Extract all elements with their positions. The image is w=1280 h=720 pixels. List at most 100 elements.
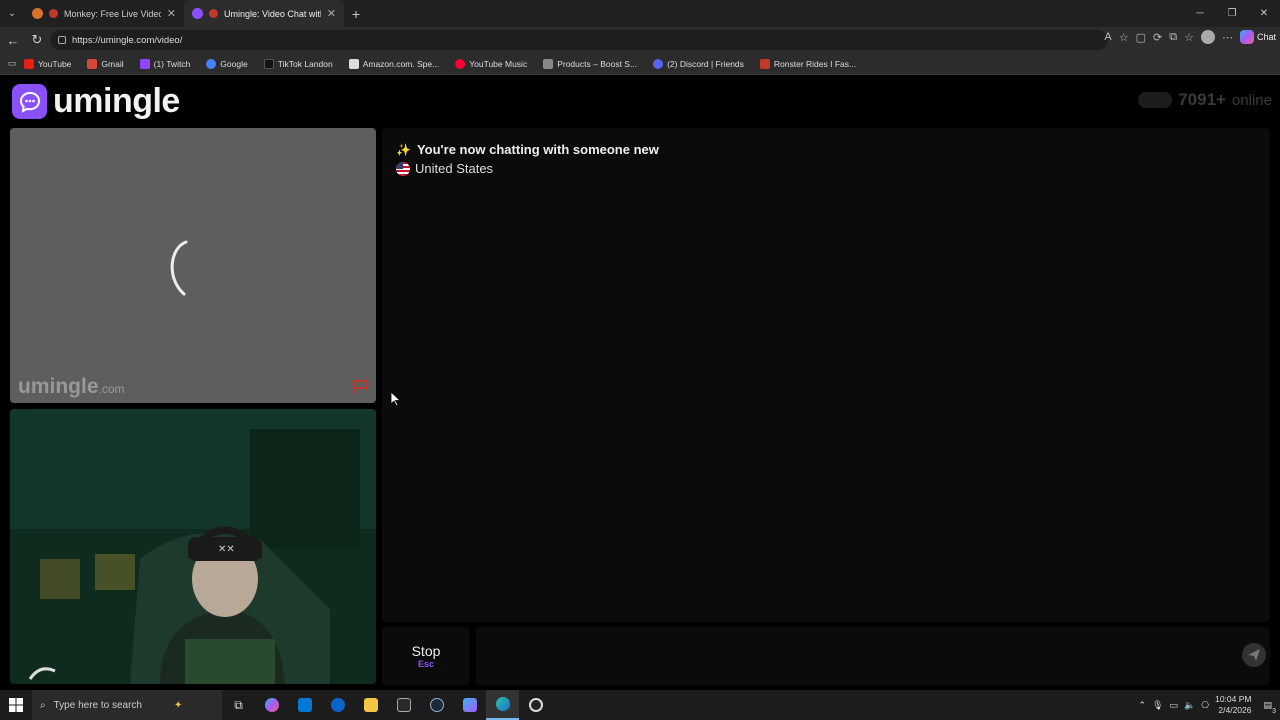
country-name: United States xyxy=(415,161,494,176)
bookmark-label: Ronster Rides I Fas... xyxy=(773,58,857,69)
discord-icon xyxy=(653,58,664,69)
taskbar: ⌕ Type here to search ✦ ⧉ ⌃ 🎙 ▭ 🔈 ⎔ 10:0… xyxy=(0,690,1280,720)
chat-bubble-icon xyxy=(12,84,47,119)
refresh-extension-icon[interactable]: ⟳ xyxy=(1153,31,1162,44)
document-icon xyxy=(543,58,554,69)
tiktok-icon xyxy=(263,58,274,69)
loading-spinner-icon xyxy=(170,240,188,296)
search-highlight-icon: ✦ xyxy=(174,699,183,711)
google-icon xyxy=(206,58,217,69)
online-toggle[interactable] xyxy=(1138,92,1173,108)
restore-icon[interactable]: ❐ xyxy=(1216,0,1248,27)
recording-icon xyxy=(49,9,58,18)
more-options-icon[interactable]: ⋯ xyxy=(1222,31,1233,44)
bookmark-label: YouTube Music xyxy=(469,58,528,69)
collections-icon[interactable]: ▭ xyxy=(0,58,24,69)
stop-shortcut-key: Esc xyxy=(417,659,434,669)
youtube-music-icon xyxy=(455,58,466,69)
bookmark-label: Gmail xyxy=(101,58,124,69)
site-logo[interactable]: umingle xyxy=(12,82,180,121)
tab-actions-icon[interactable]: ⌄ xyxy=(0,0,24,27)
gmail-icon xyxy=(87,58,98,69)
bookmark-ronster[interactable]: Ronster Rides I Fas... xyxy=(759,58,857,69)
youtube-icon xyxy=(24,58,34,69)
site-info-icon[interactable] xyxy=(58,36,66,44)
bookmark-youtube[interactable]: YouTube xyxy=(24,58,72,69)
url-bar[interactable]: https://umingle.com/video/ xyxy=(50,30,1108,50)
split-screen-icon[interactable]: ▢ xyxy=(1136,31,1146,44)
windows-start-icon[interactable] xyxy=(0,690,32,720)
amazon-icon xyxy=(348,58,359,69)
bookmark-google[interactable]: Google xyxy=(206,58,248,69)
svg-text:✕✕: ✕✕ xyxy=(218,544,235,555)
umingle-page: umingle 7091+ online umingle.com ✕✕ ✨ Yo… xyxy=(0,76,1280,690)
chevron-up-icon[interactable]: ⌃ xyxy=(1139,700,1147,711)
browser-toolbar: A ☆ ▢ ⟳ ⧉ ☆ ⋯ Chat xyxy=(1104,30,1276,44)
task-view-icon[interactable]: ⧉ xyxy=(222,690,255,720)
report-flag-icon[interactable] xyxy=(352,379,370,395)
edge-browser-icon[interactable] xyxy=(486,690,519,720)
url-text: https://umingle.com/video/ xyxy=(72,34,183,46)
extensions-icon[interactable]: ⧉ xyxy=(1169,31,1177,44)
copilot-chat-button[interactable]: Chat xyxy=(1239,30,1276,44)
outlook-icon[interactable] xyxy=(321,690,354,720)
video-watermark: umingle.com xyxy=(18,375,125,399)
language-icon[interactable]: ⎔ xyxy=(1201,700,1209,711)
network-icon[interactable]: ▭ xyxy=(1170,700,1179,711)
close-icon[interactable]: ✕ xyxy=(167,7,176,20)
watermark-text: umingle xyxy=(18,375,99,398)
favorite-star-icon[interactable]: ☆ xyxy=(1119,31,1129,44)
back-arrow-icon[interactable]: ← xyxy=(2,29,24,51)
bookmark-twitch[interactable]: (1) Twitch xyxy=(139,58,190,69)
umingle-favicon-icon xyxy=(192,8,203,19)
epic-games-icon[interactable] xyxy=(387,690,420,720)
notifications-icon[interactable]: ▤ 3 xyxy=(1263,700,1276,715)
steam-icon[interactable] xyxy=(420,690,453,720)
window-controls: ─ ❐ ✕ xyxy=(1184,0,1280,27)
read-aloud-icon[interactable]: A xyxy=(1104,31,1111,43)
bookmark-amazon[interactable]: Amazon.com. Spe... xyxy=(348,58,440,69)
store-icon[interactable] xyxy=(288,690,321,720)
mouse-cursor-icon xyxy=(390,391,402,407)
logo-text: umingle xyxy=(53,82,180,120)
send-button[interactable] xyxy=(1242,643,1266,667)
stop-button[interactable]: Stop Esc xyxy=(382,627,470,685)
bookmark-label: Amazon.com. Spe... xyxy=(362,58,440,69)
favorites-icon[interactable]: ☆ xyxy=(1184,31,1194,44)
close-icon[interactable]: ✕ xyxy=(327,7,336,20)
profile-avatar[interactable] xyxy=(1200,30,1215,44)
minimize-icon[interactable]: ─ xyxy=(1184,0,1216,27)
file-explorer-icon[interactable] xyxy=(354,690,387,720)
bookmark-discord[interactable]: (2) Discord | Friends xyxy=(653,58,744,69)
refresh-icon[interactable]: ↻ xyxy=(26,29,48,51)
online-label: online xyxy=(1231,91,1272,109)
bookmark-tiktok[interactable]: TikTok Landon xyxy=(263,58,333,69)
bookmark-label: (2) Discord | Friends xyxy=(667,58,744,69)
bookmark-label: TikTok Landon xyxy=(277,58,333,69)
volume-icon[interactable]: 🔈 xyxy=(1184,700,1195,711)
search-icon: ⌕ xyxy=(40,699,46,711)
tab-umingle[interactable]: Umingle: Video Chat with Stra ✕ xyxy=(184,0,344,27)
chat-label: Chat xyxy=(1256,32,1276,42)
microphone-icon[interactable]: 🎙 xyxy=(1152,700,1163,711)
clock[interactable]: 10:04 PM 2/4/2026 xyxy=(1215,694,1251,716)
send-arrow-icon xyxy=(1248,649,1260,661)
copilot-taskbar-icon[interactable] xyxy=(255,690,288,720)
message-input[interactable] xyxy=(476,627,1270,685)
browser-tab-strip: ⌄ Monkey: Free Live Video Chat ✕ Umingle… xyxy=(0,0,1280,27)
system-tray: ⌃ 🎙 ▭ 🔈 ⎔ 10:04 PM 2/4/2026 ▤ 3 xyxy=(1139,690,1280,720)
tab-monkey[interactable]: Monkey: Free Live Video Chat ✕ xyxy=(24,0,184,27)
bookmark-youtube-music[interactable]: YouTube Music xyxy=(455,58,528,69)
new-tab-button[interactable]: + xyxy=(344,6,368,22)
bookmark-label: YouTube xyxy=(38,58,72,69)
stranger-country: United States xyxy=(396,161,493,176)
taskbar-search[interactable]: ⌕ Type here to search ✦ xyxy=(32,690,222,720)
us-flag-icon xyxy=(396,161,410,176)
monkey-favicon-icon xyxy=(32,8,43,19)
store-apps-icon[interactable] xyxy=(453,690,486,720)
obs-recording-icon[interactable] xyxy=(519,690,552,720)
close-window-icon[interactable]: ✕ xyxy=(1248,0,1280,27)
bookmark-products[interactable]: Products – Boost S... xyxy=(543,58,637,69)
bookmark-gmail[interactable]: Gmail xyxy=(87,58,124,69)
stranger-video: umingle.com xyxy=(10,128,376,403)
